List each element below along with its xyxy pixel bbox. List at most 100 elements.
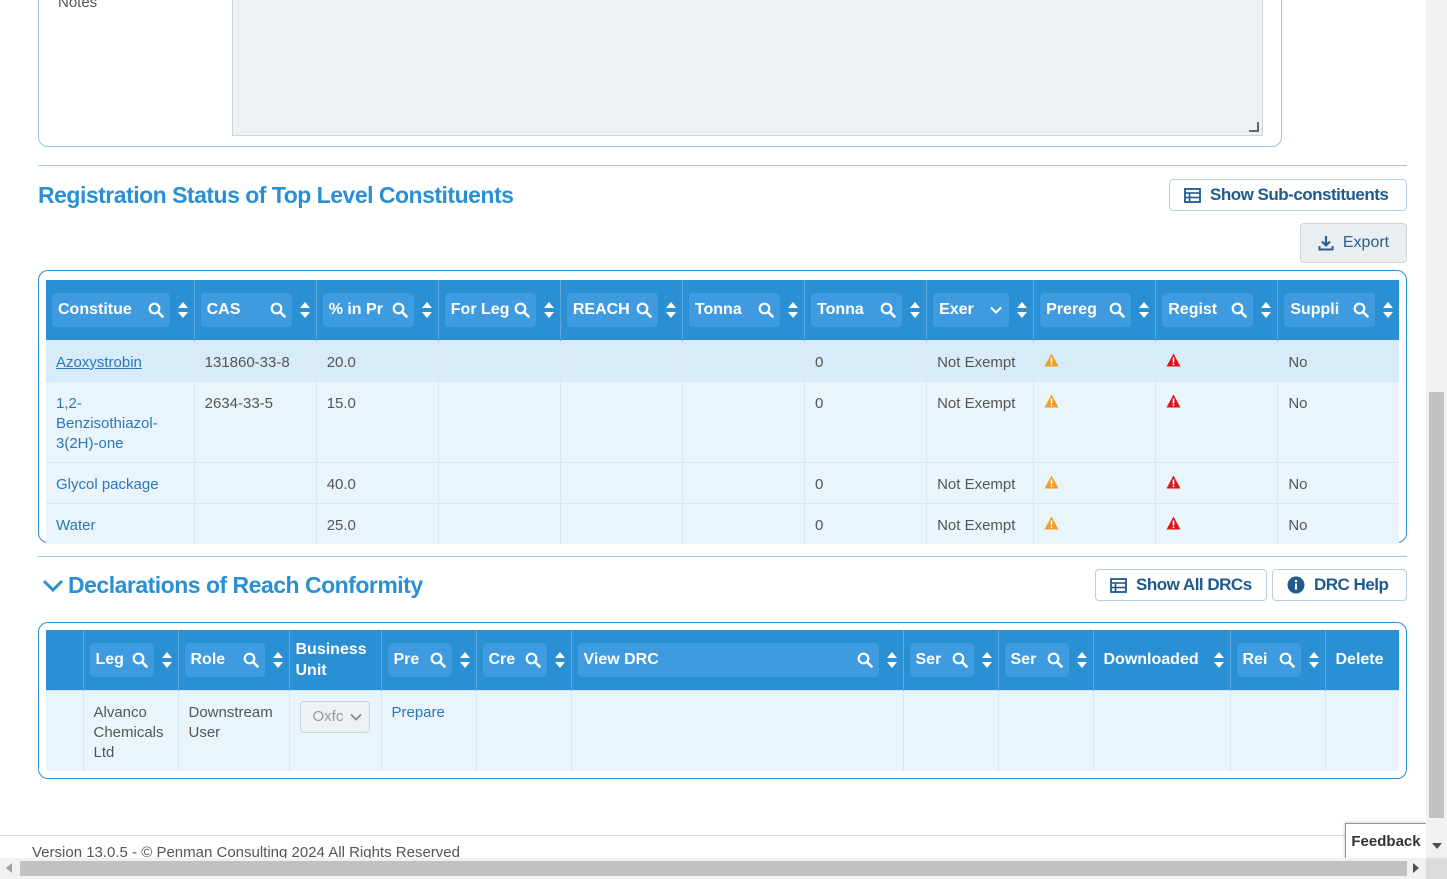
feedback-button[interactable]: Feedback xyxy=(1345,823,1427,859)
drc-cre-cell xyxy=(476,689,572,771)
constituents-col-filter[interactable]: Constitue xyxy=(52,292,170,327)
sort-icon[interactable] xyxy=(1139,301,1150,318)
show-sub-constituents-button[interactable]: Show Sub-constituents xyxy=(1169,179,1407,211)
tonnage-cell: 0 xyxy=(804,502,928,544)
sort-icon[interactable] xyxy=(554,651,565,668)
download-icon xyxy=(1318,236,1334,251)
drc-help-button[interactable]: DRC Help xyxy=(1272,569,1407,601)
drc-col-leg-search[interactable]: Leg xyxy=(89,642,154,677)
registration-status-cell xyxy=(1155,461,1279,503)
drc-col-role-search[interactable]: Role xyxy=(184,642,265,677)
sort-icon[interactable] xyxy=(1213,651,1224,668)
drc-col-ser-2-search[interactable]: Ser xyxy=(1004,642,1069,677)
for-leg-cell xyxy=(438,380,561,462)
drc-col-leg: Leg xyxy=(83,630,179,690)
scroll-right-arrow-icon[interactable] xyxy=(1413,863,1419,873)
drc-help-label: DRC Help xyxy=(1314,575,1389,594)
page: Notes Registration Status of Top Level C… xyxy=(0,0,1447,879)
sort-icon[interactable] xyxy=(886,651,897,668)
sort-icon[interactable] xyxy=(459,651,470,668)
legal-entity-line: Chemicals xyxy=(93,723,164,741)
scroll-down-arrow-icon[interactable] xyxy=(1432,843,1442,849)
business-unit-select[interactable]: Oxfc xyxy=(299,700,370,733)
collapse-chevron-icon[interactable] xyxy=(42,578,64,599)
constituents-col-filter[interactable]: CAS xyxy=(200,292,292,327)
notes-label: Notes xyxy=(58,0,98,11)
search-icon xyxy=(1279,652,1295,668)
supplier-cell: No xyxy=(1277,502,1399,544)
sort-icon[interactable] xyxy=(421,301,432,318)
sort-icon[interactable] xyxy=(788,301,798,318)
vertical-scrollbar-thumb[interactable] xyxy=(1429,392,1444,818)
drc-col-view-drc-search[interactable]: View DRC xyxy=(577,642,879,677)
prepare-link[interactable]: Prepare xyxy=(392,704,445,721)
cas-cell: 131860-33-8 xyxy=(194,339,317,381)
resize-grip-icon[interactable] xyxy=(1249,122,1259,132)
constituents-col-filter[interactable]: Prereg xyxy=(1040,292,1132,327)
tonnage-cell: 0 xyxy=(804,461,928,503)
horizontal-scrollbar-thumb[interactable] xyxy=(20,861,1407,876)
constituents-col-filter[interactable]: REACH xyxy=(566,292,658,327)
notes-textarea[interactable] xyxy=(232,0,1263,136)
drc-col-ser-1-search[interactable]: Ser xyxy=(909,642,974,677)
sort-icon[interactable] xyxy=(543,301,554,318)
chevron-down-icon xyxy=(990,306,1002,314)
warning-icon xyxy=(1044,516,1059,529)
for-leg-cell xyxy=(438,461,561,503)
supplier-cell: No xyxy=(1277,380,1399,462)
for-leg-cell xyxy=(438,339,561,381)
drc-col-cre: Cre xyxy=(476,630,572,690)
sort-icon[interactable] xyxy=(272,651,283,668)
sort-icon[interactable] xyxy=(1261,301,1272,318)
drc-legal-entity-cell: Alvanco Chemicals Ltd xyxy=(83,689,179,771)
constituents-col-filter[interactable]: Exer xyxy=(933,292,1010,327)
registration-status-cell xyxy=(1155,380,1279,462)
scroll-left-arrow-icon[interactable] xyxy=(6,863,12,873)
sort-icon[interactable] xyxy=(665,301,676,318)
drc-col-pre-search[interactable]: Pre xyxy=(387,642,452,677)
constituent-name-line: 3(2H)-one xyxy=(56,434,124,452)
constituents-table: Constitue CAS % in Pr For Leg REACH Tonna Tonn… xyxy=(46,280,1399,544)
reach-cell xyxy=(560,339,683,381)
constituent-link[interactable]: Azoxystrobin xyxy=(56,353,184,373)
sort-icon[interactable] xyxy=(1383,301,1393,318)
constituent-link[interactable]: Glycol package xyxy=(56,475,184,495)
sort-icon[interactable] xyxy=(161,651,172,668)
drc-col-rei-search[interactable]: Rei xyxy=(1236,642,1301,677)
show-all-drcs-button[interactable]: Show All DRCs xyxy=(1095,569,1267,601)
constituent-name-cell: Water xyxy=(46,502,195,544)
export-button[interactable]: Export xyxy=(1300,223,1407,263)
horizontal-scrollbar[interactable] xyxy=(0,858,1447,879)
constituents-col-6: Tonna xyxy=(804,280,928,340)
constituents-col-10: Suppli xyxy=(1277,280,1399,340)
constituents-col-filter[interactable]: Tonna xyxy=(811,292,903,327)
constituent-link[interactable]: Water xyxy=(56,516,184,536)
sort-icon[interactable] xyxy=(177,301,188,318)
sort-icon[interactable] xyxy=(1076,651,1087,668)
sort-icon[interactable] xyxy=(299,301,310,318)
constituents-col-filter[interactable]: % in Pr xyxy=(322,292,414,327)
constituents-col-1: CAS xyxy=(194,280,317,340)
tonnage-cell xyxy=(682,380,806,462)
warning-icon xyxy=(1044,475,1059,488)
drc-row-select-cell[interactable] xyxy=(46,689,84,771)
footer-divider xyxy=(0,835,1425,836)
drc-col-cre-search[interactable]: Cre xyxy=(482,642,547,677)
constituent-link[interactable]: 1,2- Benzisothiazol- 3(2H)-one xyxy=(56,394,184,454)
sort-icon[interactable] xyxy=(910,301,921,318)
tonnage-cell xyxy=(682,339,806,381)
constituent-row: Water 25.0 0 Not Exempt No xyxy=(46,502,1399,544)
sort-icon[interactable] xyxy=(1017,301,1028,318)
constituent-name-line: Azoxystrobin xyxy=(56,353,142,371)
vertical-scrollbar[interactable] xyxy=(1426,0,1447,858)
sort-icon[interactable] xyxy=(1308,651,1319,668)
constituents-col-filter[interactable]: Tonna xyxy=(688,292,780,327)
constituents-col-filter[interactable]: Regist xyxy=(1162,292,1254,327)
sort-icon[interactable] xyxy=(981,651,992,668)
constituents-col-filter[interactable]: Suppli xyxy=(1284,292,1375,327)
info-icon xyxy=(1287,576,1305,594)
exempt-cell: Not Exempt xyxy=(926,502,1035,544)
delete-header-label: Delete xyxy=(1335,650,1384,668)
constituents-col-filter[interactable]: For Leg xyxy=(444,292,536,327)
constituents-header-row: Constitue CAS % in Pr For Leg REACH Tonna Tonn… xyxy=(46,280,1399,340)
